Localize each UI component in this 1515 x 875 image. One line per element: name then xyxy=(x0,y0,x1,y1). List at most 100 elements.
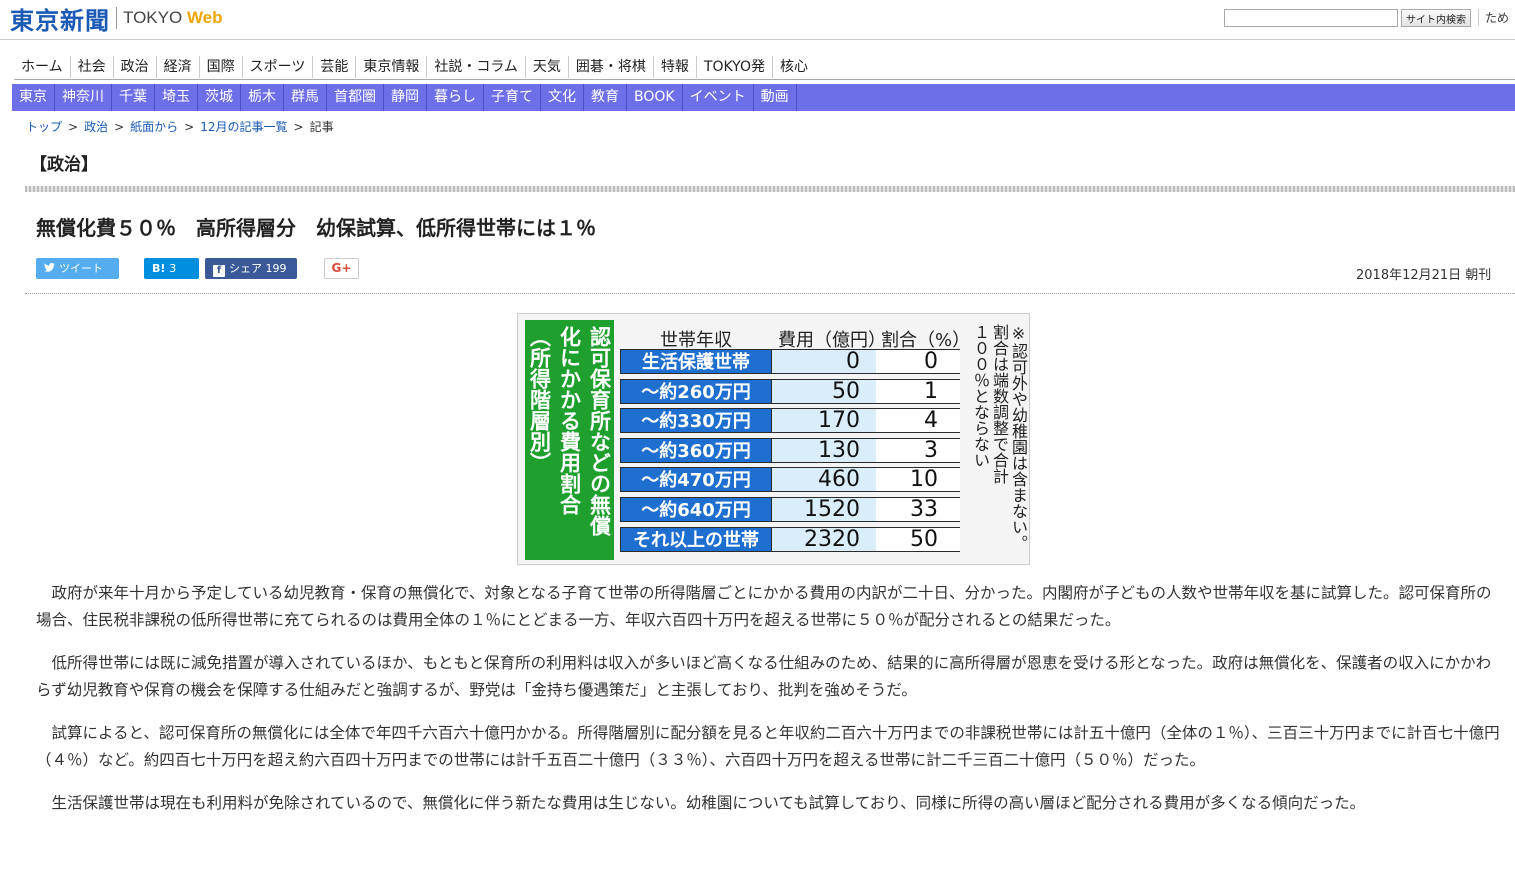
region-nav-item[interactable]: 動画 xyxy=(754,84,797,111)
figure-value-cell: 130 3 xyxy=(772,437,960,463)
main-nav-item[interactable]: 国際 xyxy=(198,56,242,78)
figure-ratio-value: 0 xyxy=(876,350,960,373)
article-date: 2018年12月21日 朝刊 xyxy=(1356,268,1492,283)
figure-value-cell: 2320 50 xyxy=(772,526,960,552)
breadcrumb-item[interactable]: 紙面から xyxy=(130,120,178,134)
figure-note-line: ※認可外や幼稚園は含まない。 xyxy=(1009,324,1028,551)
site-search-input[interactable] xyxy=(1224,9,1398,27)
figure-income-label: ～約260万円 xyxy=(620,378,772,404)
region-nav-item[interactable]: 首都圏 xyxy=(327,84,384,111)
facebook-share-count: 199 xyxy=(265,262,287,275)
article-paragraph: 生活保護世帯は現在も利用料が免除されているので、無償化に伴う新たな費用は生じない… xyxy=(51,794,1366,812)
breadcrumb-separator: > xyxy=(68,120,79,134)
figure-income-label: それ以上の世帯 xyxy=(620,526,772,552)
figure-cost-value: 170 xyxy=(772,409,876,433)
site-header: 東京新聞 TOKYO Web サイト内検索 ため xyxy=(0,0,1515,40)
article-paragraph: 政府が来年十月から予定している幼児教育・保育の無償化で、対象となる子育て世帯の所… xyxy=(36,584,1492,629)
figure-row: ～約260万円 50 1 xyxy=(620,378,960,404)
region-nav-item[interactable]: 千葉 xyxy=(112,84,155,111)
main-nav-item[interactable]: 核心 xyxy=(771,56,815,78)
figure-ratio-value: 4 xyxy=(876,409,960,433)
main-nav-item[interactable]: 東京情報 xyxy=(355,56,426,78)
figure-title-line: （所得階層別） xyxy=(527,326,552,473)
main-nav-item[interactable]: ホーム xyxy=(14,56,70,78)
main-nav-item[interactable]: スポーツ xyxy=(241,56,313,78)
logo-subtitle: TOKYO Web xyxy=(123,8,223,28)
figure-note: ※認可外や幼稚園は含まない。 割合は端数調整で合計 １００％とならない xyxy=(964,324,1028,556)
figure-value-cell: 00 xyxy=(772,349,960,374)
figure-cost-value: 0 xyxy=(772,350,876,373)
main-nav-item[interactable]: 社説・コラム xyxy=(426,56,525,78)
figure-cost-value: 1520 xyxy=(772,498,876,521)
tweet-button[interactable]: ツイート xyxy=(36,258,119,279)
figure-row: ～約330万円 170 4 xyxy=(620,408,960,434)
figure-income-label: 生活保護世帯 xyxy=(620,349,772,374)
figure-ratio-value: 33 xyxy=(876,498,960,521)
main-nav: ホーム 社会 政治 経済 国際 スポーツ 芸能 東京情報 社説・コラム 天気 囲碁・将棋 特報 TOKY… xyxy=(14,56,1515,80)
region-nav-item[interactable]: 茨城 xyxy=(198,84,241,111)
breadcrumb-separator: > xyxy=(184,120,195,134)
site-logo[interactable]: 東京新聞 TOKYO Web xyxy=(10,4,223,35)
region-nav-item[interactable]: 群馬 xyxy=(284,84,327,111)
region-nav: 東京 神奈川 千葉 埼玉 茨城 栃木 群馬 首都圏 静岡 暮らし 子育て 文化 教育 BOOK イベント 動画 xyxy=(12,84,1515,111)
logo-subtitle-plain: TOKYO xyxy=(123,8,187,27)
section-label: 【政治】 xyxy=(30,155,98,175)
article-paragraph: 低所得世帯には既に減免措置が導入されているほか、もともと保育所の利用料は収入が多… xyxy=(36,654,1492,699)
region-nav-item[interactable]: 東京 xyxy=(12,84,55,111)
main-nav-item[interactable]: 経済 xyxy=(155,56,199,78)
main-nav-item[interactable]: TOKYO発 xyxy=(695,56,772,78)
figure-note-line: １００％とならない xyxy=(971,324,990,468)
breadcrumb-item[interactable]: トップ xyxy=(26,120,62,134)
figure-value-cell: 50 1 xyxy=(772,378,960,404)
figure-ratio-value: 10 xyxy=(876,468,960,492)
logo-divider xyxy=(116,7,117,29)
region-nav-item[interactable]: 暮らし xyxy=(427,84,484,111)
region-nav-item[interactable]: 子育て xyxy=(484,84,541,111)
region-nav-item[interactable]: BOOK xyxy=(627,84,683,111)
main-nav-item[interactable]: 天気 xyxy=(524,56,568,78)
google-plus-button[interactable]: G+ xyxy=(324,258,359,279)
region-nav-item[interactable]: 静岡 xyxy=(384,84,427,111)
dotted-divider xyxy=(25,293,1515,294)
hatena-b-icon: B! xyxy=(152,262,166,275)
breadcrumb-item[interactable]: 12月の記事一覧 xyxy=(200,120,287,134)
hatena-count: 3 xyxy=(169,262,177,275)
main-nav-item[interactable]: 芸能 xyxy=(312,56,355,78)
region-nav-item[interactable]: 文化 xyxy=(541,84,584,111)
main-nav-item[interactable]: 特報 xyxy=(652,56,696,78)
region-nav-item[interactable]: 埼玉 xyxy=(155,84,198,111)
figure-cost-value: 130 xyxy=(772,438,876,462)
breadcrumb-item[interactable]: 政治 xyxy=(84,120,108,134)
figure-ratio-value: 1 xyxy=(876,379,960,403)
income-cost-figure: 認可保育所などの無償 化にかかる費用割合 （所得階層別） 世帯年収 費用（億円）… xyxy=(517,313,1030,565)
article-body: 政府が来年十月から予定している幼児教育・保育の無償化で、対象となる子育て世帯の所… xyxy=(36,580,1500,833)
figure-row: 生活保護世帯 0 0 xyxy=(620,349,960,374)
breadcrumb-separator: > xyxy=(114,120,125,134)
figure-row: ～約640万円 1520 33 xyxy=(620,497,960,522)
region-nav-item[interactable]: 教育 xyxy=(584,84,627,111)
facebook-share-button[interactable]: f シェア 199 xyxy=(205,258,297,279)
header-right-link[interactable]: ため xyxy=(1478,9,1515,26)
figure-cost-value: 50 xyxy=(772,379,876,403)
figure-value-cell: 460 10 xyxy=(772,467,960,493)
main-nav-item[interactable]: 社会 xyxy=(69,56,113,78)
article-paragraph: 試算によると、認可保育所の無償化には全体で年四千六百六十億円かかる。所得階層別に… xyxy=(36,724,1500,769)
main-nav-item[interactable]: 政治 xyxy=(112,56,156,78)
region-nav-item[interactable]: 栃木 xyxy=(241,84,284,111)
hatena-bookmark-button[interactable]: B! 3 xyxy=(144,258,199,279)
main-nav-item[interactable]: 囲碁・将棋 xyxy=(567,56,653,78)
logo-mark: 東京新聞 xyxy=(10,5,110,35)
figure-row: ～約360万円 130 3 xyxy=(620,437,960,463)
figure-value-cell: 170 4 xyxy=(772,408,960,434)
figure-ratio-value: 50 xyxy=(876,527,960,551)
figure-income-label: ～約640万円 xyxy=(620,497,772,522)
figure-cost-value: 2320 xyxy=(772,527,876,551)
tweet-label: ツイート xyxy=(59,262,103,275)
site-search-button[interactable]: サイト内検索 xyxy=(1401,9,1471,27)
region-nav-item[interactable]: 神奈川 xyxy=(55,84,112,111)
figure-row: ～約470万円 460 10 xyxy=(620,467,960,493)
figure-note-line: 割合は端数調整で合計 xyxy=(990,324,1009,484)
twitter-bird-icon xyxy=(44,258,55,279)
breadcrumb-item: 記事 xyxy=(309,120,334,134)
region-nav-item[interactable]: イベント xyxy=(683,84,754,111)
